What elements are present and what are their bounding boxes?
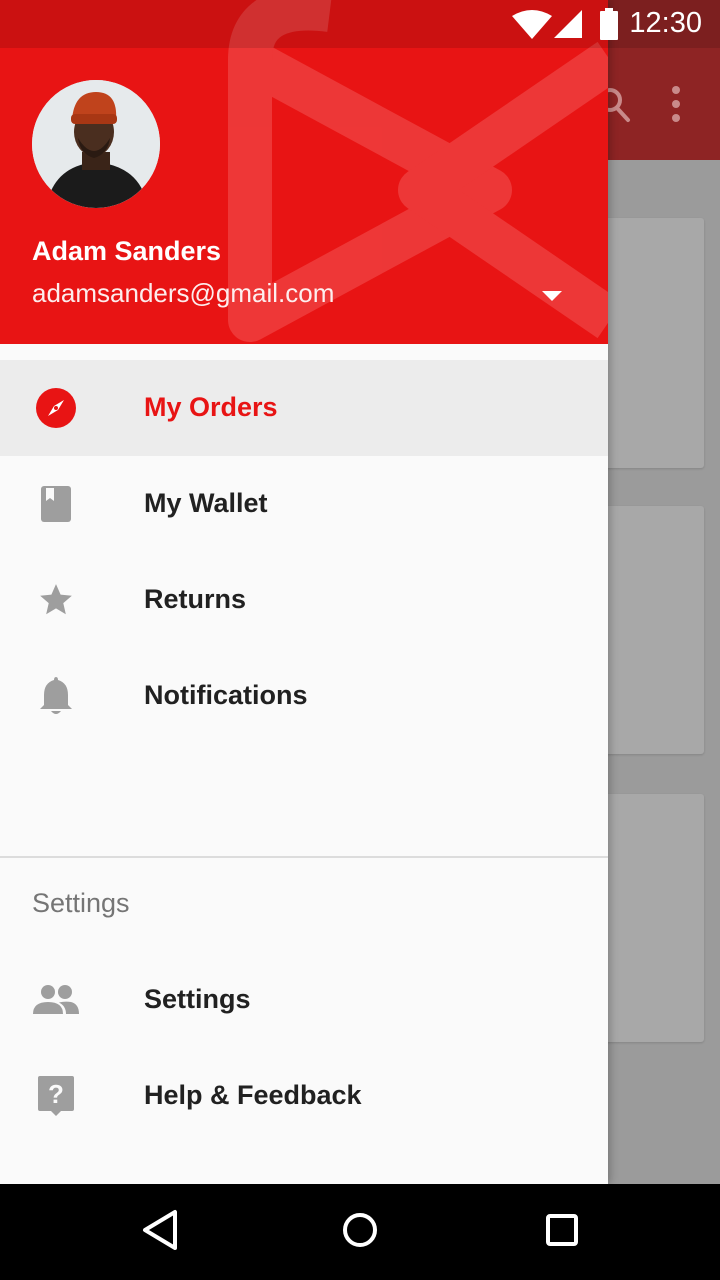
drawer-item-help-feedback[interactable]: ? Help & Feedback <box>0 1048 608 1144</box>
user-name: Adam Sanders <box>32 236 222 266</box>
drawer-item-label: My Orders <box>144 392 278 422</box>
user-avatar[interactable] <box>32 80 160 208</box>
drawer-item-label: Notifications <box>144 680 308 710</box>
drawer-header: Adam Sanders adamsanders@gmail.com <box>0 0 608 344</box>
star-icon <box>32 576 80 624</box>
svg-text:?: ? <box>48 1079 64 1109</box>
wifi-icon <box>512 10 552 39</box>
account-switcher-dropdown[interactable] <box>536 284 568 308</box>
drawer-item-settings[interactable]: Settings <box>0 952 608 1048</box>
people-icon <box>32 976 80 1024</box>
status-bar: 12:30 <box>0 0 720 48</box>
battery-icon <box>600 8 618 40</box>
signal-icon <box>554 10 582 38</box>
drawer-item-my-wallet[interactable]: My Wallet <box>0 456 608 552</box>
more-vert-icon <box>670 86 682 127</box>
user-email: adamsanders@gmail.com <box>32 278 335 308</box>
drawer-item-notifications[interactable]: Notifications <box>0 648 608 744</box>
settings-section-title: Settings <box>32 888 130 918</box>
drawer-item-label: Help & Feedback <box>144 1080 362 1110</box>
drawer-item-label: Returns <box>144 584 247 614</box>
drawer-divider <box>0 856 608 858</box>
drawer-item-returns[interactable]: Returns <box>0 552 608 648</box>
book-icon <box>32 480 80 528</box>
compass-icon <box>32 384 80 432</box>
help-icon: ? <box>32 1072 80 1120</box>
drawer-item-my-orders[interactable]: My Orders <box>0 360 608 456</box>
status-time: 12:30 <box>629 7 702 39</box>
arrow-drop-down-icon <box>542 291 562 301</box>
drawer-item-label: My Wallet <box>144 488 268 518</box>
system-navigation-bar <box>0 1184 720 1280</box>
drawer-item-label: Settings <box>144 984 251 1014</box>
navigation-drawer: Adam Sanders adamsanders@gmail.com My Or… <box>0 0 608 1184</box>
bell-icon <box>32 672 80 720</box>
recents-icon[interactable] <box>542 1208 582 1257</box>
back-icon[interactable] <box>140 1208 180 1257</box>
home-icon[interactable] <box>340 1208 380 1257</box>
